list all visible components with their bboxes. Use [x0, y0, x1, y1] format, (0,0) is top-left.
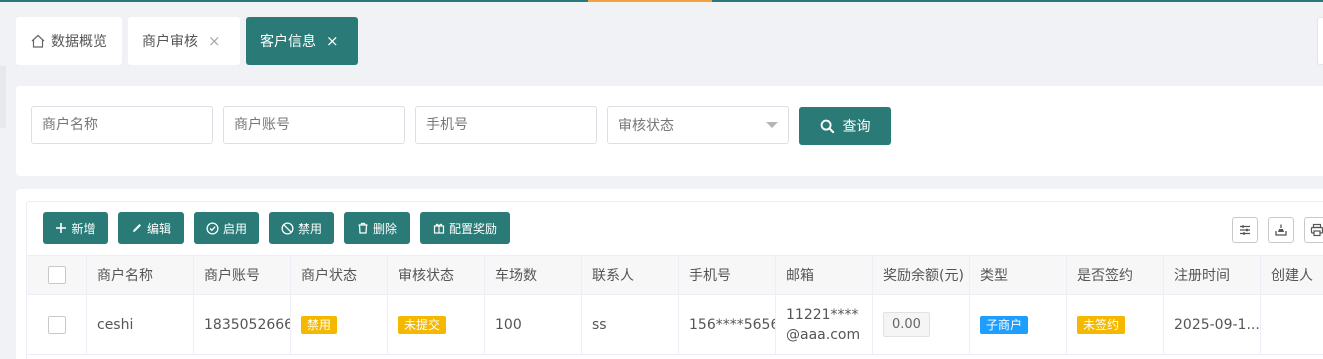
tab-home-label: 数据概览 — [51, 34, 107, 50]
table-panel: 新增 编辑 启用 禁用 删除 配置奖励 商户名称 商户账号 商户状态 审核状态 … — [16, 189, 1323, 359]
header-cell[interactable]: 联系人 — [582, 256, 679, 294]
add-button[interactable]: 新增 — [43, 212, 108, 244]
delete-label: 删除 — [372, 221, 397, 236]
table-row[interactable]: ceshi 1835052666 禁用 未提交 100 ss 156****56… — [27, 295, 1323, 355]
header-cell[interactable]: 是否签约 — [1067, 256, 1164, 294]
header-cell[interactable]: 手机号 — [679, 256, 776, 294]
status-badge: 禁用 — [301, 315, 338, 334]
cell-email: 11221****@aaa.com — [776, 295, 873, 354]
cell-merchant-status: 禁用 — [291, 295, 388, 354]
add-label: 新增 — [71, 221, 96, 236]
export-icon — [1275, 224, 1287, 236]
cell-contact: ss — [582, 295, 679, 354]
type-badge: 子商户 — [980, 315, 1029, 334]
enable-button[interactable]: 启用 — [194, 212, 259, 244]
balance-value: 0.00 — [883, 312, 930, 337]
cell-audit-status: 未提交 — [388, 295, 485, 354]
tab-customer-info[interactable]: 客户信息 × — [246, 17, 358, 65]
header-cell[interactable]: 商户状态 — [291, 256, 388, 294]
query-button[interactable]: 查询 — [799, 107, 891, 145]
gift-icon — [433, 223, 445, 234]
header-cell[interactable]: 注册时间 — [1164, 256, 1261, 294]
merchant-account-input[interactable] — [223, 106, 405, 144]
cell-signed: 未签约 — [1067, 295, 1164, 354]
search-icon — [820, 119, 834, 133]
tab-merchant-audit[interactable]: 商户审核 × — [128, 17, 240, 65]
header-cell[interactable]: 类型 — [970, 256, 1067, 294]
email-text: 11221****@aaa.com — [786, 306, 861, 343]
edit-button[interactable]: 编辑 — [118, 212, 184, 244]
signed-badge: 未签约 — [1077, 315, 1126, 334]
cell-reward-balance: 0.00 — [873, 295, 970, 354]
cell-registered-time: 2025-09-1... — [1164, 295, 1261, 354]
home-icon — [30, 33, 46, 49]
row-select-cell — [27, 295, 87, 354]
tab-active-label: 客户信息 — [260, 34, 316, 50]
phone-input[interactable] — [415, 106, 597, 144]
pencil-icon — [132, 224, 141, 232]
query-label: 查询 — [842, 119, 871, 135]
tab-home[interactable]: 数据概览 — [16, 17, 122, 65]
select-all-checkbox[interactable] — [47, 266, 66, 284]
audit-status-placeholder: 审核状态 — [618, 118, 674, 134]
delete-button[interactable]: 删除 — [344, 212, 410, 244]
header-cell[interactable]: 审核状态 — [388, 256, 485, 294]
audit-status-select[interactable]: 审核状态 — [607, 106, 789, 144]
cell-merchant-account: 1835052666 — [194, 295, 291, 354]
trash-icon — [358, 222, 368, 234]
row-checkbox[interactable] — [47, 315, 66, 334]
tab-scroll-button[interactable] — [1317, 17, 1323, 65]
close-icon[interactable]: × — [326, 32, 339, 50]
search-panel: 审核状态 查询 — [16, 86, 1323, 176]
chevron-down-icon — [766, 122, 778, 128]
column-filter-button[interactable] — [1232, 217, 1258, 243]
check-circle-icon — [206, 221, 219, 235]
printer-icon — [1310, 223, 1323, 237]
print-button[interactable] — [1304, 217, 1323, 243]
merchant-name-input[interactable] — [31, 106, 213, 144]
header-cell[interactable]: 商户名称 — [87, 256, 194, 294]
disable-label: 禁用 — [297, 221, 322, 236]
header-cell[interactable]: 创建人 — [1261, 256, 1323, 294]
header-cell[interactable]: 奖励余额(元) — [873, 256, 970, 294]
enable-label: 启用 — [222, 221, 247, 236]
close-icon[interactable]: × — [208, 32, 221, 50]
select-all-cell — [27, 256, 87, 294]
cell-lot-count: 100 — [485, 295, 582, 354]
cell-type: 子商户 — [970, 295, 1067, 354]
header-cell[interactable]: 车场数 — [485, 256, 582, 294]
header-cell[interactable]: 邮箱 — [776, 256, 873, 294]
reward-label: 配置奖励 — [448, 221, 497, 236]
tab-audit-label: 商户审核 — [142, 34, 198, 50]
sliders-icon — [1240, 225, 1250, 235]
table-container: 新增 编辑 启用 禁用 删除 配置奖励 商户名称 商户账号 商户状态 审核状态 … — [26, 201, 1323, 359]
cell-phone: 156****5656 — [679, 295, 776, 354]
edit-label: 编辑 — [146, 221, 171, 236]
left-edge-strip — [0, 66, 6, 128]
audit-badge: 未提交 — [398, 315, 447, 334]
disable-button[interactable]: 禁用 — [269, 212, 334, 244]
table-header: 商户名称 商户账号 商户状态 审核状态 车场数 联系人 手机号 邮箱 奖励余额(… — [27, 255, 1323, 295]
plus-icon — [56, 223, 67, 233]
cell-creator — [1261, 295, 1323, 354]
cell-merchant-name: ceshi — [87, 295, 194, 354]
configure-reward-button[interactable]: 配置奖励 — [420, 212, 510, 244]
header-cell[interactable]: 商户账号 — [194, 256, 291, 294]
top-orange-indicator — [588, 0, 712, 2]
export-button[interactable] — [1268, 217, 1294, 243]
ban-icon — [281, 221, 294, 235]
